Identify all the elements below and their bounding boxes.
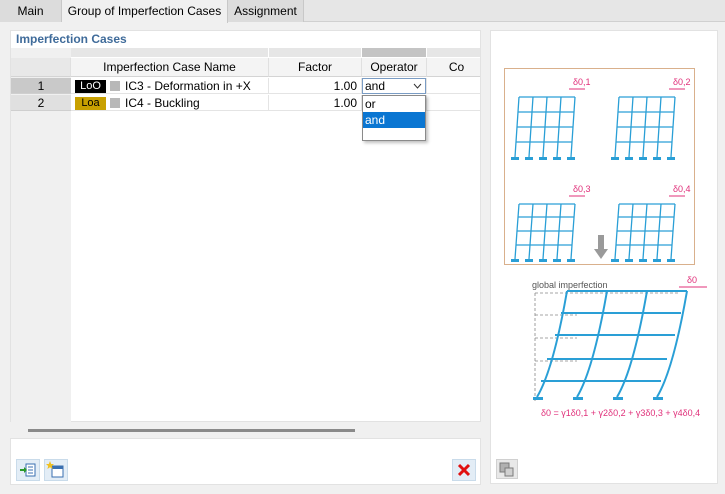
figure-panel: δ0,1 δ0,2 δ0,3 δ0,4 global imperfection … xyxy=(490,30,718,484)
tab-main[interactable]: Main xyxy=(0,0,62,22)
new-item-button[interactable] xyxy=(44,459,68,481)
figure-settings-icon xyxy=(499,462,514,477)
formula-label: δ0 = γ1δ0,1 + γ2δ0,2 + γ3δ0,3 + γ4δ0,4 xyxy=(541,408,700,418)
header-group-band xyxy=(269,48,361,57)
comment-cell[interactable] xyxy=(427,78,480,94)
operator-select-value: and xyxy=(365,79,386,93)
horizontal-scrollbar[interactable] xyxy=(28,429,355,432)
header-group-band-selected xyxy=(362,48,426,57)
column-header-factor[interactable]: Factor xyxy=(269,58,362,77)
load-case-tag: Loa xyxy=(75,97,106,110)
column-header-name[interactable]: Imperfection Case Name xyxy=(71,58,269,77)
delta-label: δ0,1 xyxy=(573,77,591,87)
operator-dropdown-list: or and xyxy=(362,95,426,141)
operator-option-or[interactable]: or xyxy=(363,96,425,112)
header-group-band xyxy=(427,48,480,57)
imperfection-cases-panel: Imperfection Cases Imperfection Case Nam… xyxy=(10,30,481,422)
imperfection-cases-table: Imperfection Case Name Factor Operator C… xyxy=(11,48,480,422)
global-imperfection-diagram: global imperfection δ0 δ0 = γ1δ0,1 + γ2δ… xyxy=(532,275,707,418)
column-header-comment[interactable]: Co xyxy=(427,58,480,77)
header-group-band xyxy=(71,48,268,57)
tab-bar: Main Group of Imperfection Cases Assignm… xyxy=(0,0,725,23)
chevron-down-icon xyxy=(413,83,422,89)
load-case-tag: LoO xyxy=(75,80,106,93)
color-swatch xyxy=(110,98,120,108)
row-number[interactable]: 1 xyxy=(11,78,71,94)
section-title: Imperfection Cases xyxy=(16,32,127,46)
arrow-down-icon xyxy=(594,235,608,259)
operator-option-and[interactable]: and xyxy=(363,112,425,128)
delete-button[interactable] xyxy=(452,459,476,481)
factor-cell[interactable]: 1.00 xyxy=(269,78,362,94)
operator-select[interactable]: and xyxy=(362,78,426,94)
delta-label: δ0,4 xyxy=(673,184,691,194)
factor-cell[interactable]: 1.00 xyxy=(269,95,362,111)
case-name: IC3 - Deformation in +X xyxy=(125,79,251,93)
tab-assignment[interactable]: Assignment xyxy=(228,0,304,22)
row-number[interactable]: 2 xyxy=(11,95,71,111)
comment-cell[interactable] xyxy=(427,95,480,111)
table-row-name-cell[interactable]: LoO IC3 - Deformation in +X xyxy=(71,78,269,94)
import-icon xyxy=(20,463,36,477)
corner-header xyxy=(11,58,71,77)
column-header-operator[interactable]: Operator xyxy=(362,58,427,77)
global-imperfection-label: global imperfection xyxy=(532,280,608,290)
case-name: IC4 - Buckling xyxy=(125,96,200,110)
table-row-name-cell[interactable]: Loa IC4 - Buckling xyxy=(71,95,269,111)
delta-label: δ0,2 xyxy=(673,77,691,87)
figure-settings-button[interactable] xyxy=(496,459,518,479)
global-delta-label: δ0 xyxy=(687,275,697,285)
delta-label: δ0,3 xyxy=(573,184,591,194)
color-swatch xyxy=(110,81,120,91)
import-button[interactable] xyxy=(16,459,40,481)
new-item-icon xyxy=(46,461,64,478)
bottom-toolbar xyxy=(10,438,481,485)
delete-icon xyxy=(457,463,471,477)
tab-group-of-imperfection-cases[interactable]: Group of Imperfection Cases xyxy=(62,0,228,23)
